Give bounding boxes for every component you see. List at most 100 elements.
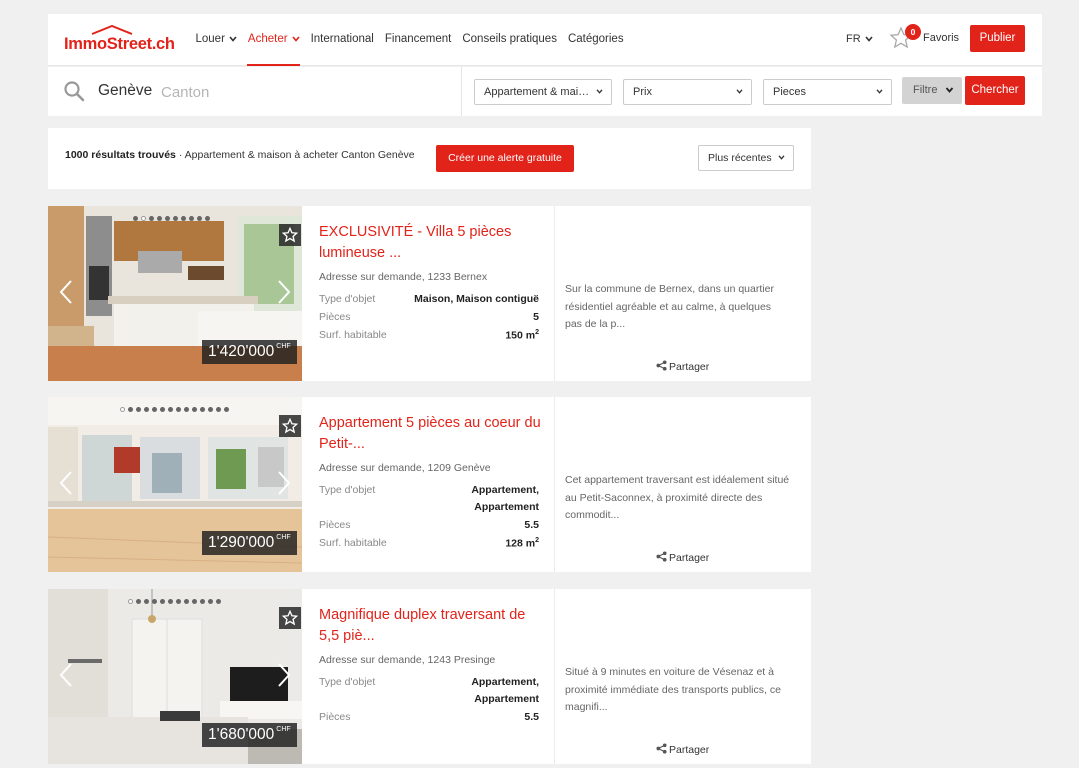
pagination-dot[interactable] (173, 216, 178, 221)
pagination-dot[interactable] (184, 407, 189, 412)
type-value-line2: Appartement (474, 501, 539, 513)
nav-conseils-label: Conseils pratiques (462, 33, 557, 45)
pagination-dot[interactable] (152, 407, 157, 412)
pagination-dot[interactable] (176, 599, 181, 604)
listing-photo[interactable]: 1'680'000 CHF (48, 589, 302, 764)
create-alert-button[interactable]: Créer une alerte gratuite (436, 145, 574, 172)
pagination-dot[interactable] (152, 599, 157, 604)
sort-select[interactable]: Plus récentes (698, 145, 794, 171)
pagination-dot[interactable] (192, 599, 197, 604)
pagination-dot[interactable] (165, 216, 170, 221)
arrow-left-icon[interactable] (56, 279, 76, 305)
pagination-dot[interactable] (176, 407, 181, 412)
search-city-tag[interactable]: Genève (98, 82, 152, 100)
property-type-value: Appartement & mai… (484, 86, 590, 98)
listing-title[interactable]: Appartement 5 pièces au coeur du Petit-.… (319, 413, 544, 455)
filter-button[interactable]: Filtre (902, 77, 962, 104)
property-type-select[interactable]: Appartement & mai… (474, 79, 612, 105)
favorite-toggle[interactable] (279, 224, 301, 246)
nav-international-label: International (310, 33, 374, 45)
favorite-toggle[interactable] (279, 415, 301, 437)
listing-card[interactable]: 1'290'000 CHF Appartement 5 pièces au coe… (48, 397, 811, 572)
nav-acheter[interactable]: Acheter (242, 14, 305, 66)
star-icon (282, 418, 298, 434)
share-button[interactable]: Partager (656, 551, 709, 564)
search-button[interactable]: Chercher (965, 76, 1025, 105)
surface-label: Surf. habitable (319, 537, 387, 549)
listing-card[interactable]: 1'420'000 CHF EXCLUSIVITÉ - Villa 5 pièce… (48, 206, 811, 381)
listing-title[interactable]: EXCLUSIVITÉ - Villa 5 pièces lumineuse .… (319, 222, 544, 264)
arrow-left-icon[interactable] (56, 470, 76, 496)
type-value: Maison, Maison contiguë (414, 293, 539, 305)
search-input[interactable] (161, 79, 441, 105)
surface-number: 128 m (505, 537, 536, 550)
pagination-dot[interactable] (136, 407, 141, 412)
listing-title[interactable]: Magnifique duplex traversant de 5,5 piè.… (319, 605, 544, 647)
rooms-value: 5.5 (524, 519, 539, 531)
pagination-dot[interactable] (181, 216, 186, 221)
pagination-dot[interactable] (200, 599, 205, 604)
nav-international[interactable]: International (305, 14, 379, 66)
chevron-down-icon (736, 89, 743, 94)
pagination-dot[interactable] (224, 407, 229, 412)
nav-louer[interactable]: Louer (190, 14, 242, 66)
results-count: 1000 résultats trouvés (65, 149, 176, 161)
share-button[interactable]: Partager (656, 360, 709, 373)
pagination-dot[interactable] (160, 407, 165, 412)
arrow-left-icon[interactable] (56, 662, 76, 688)
search-icon (64, 81, 85, 102)
listing-card[interactable]: 1'680'000 CHF Magnifique duplex traversan… (48, 589, 811, 764)
share-label: Partager (669, 552, 710, 564)
results-summary: 1000 résultats trouvés · Appartement & m… (65, 149, 415, 161)
share-button[interactable]: Partager (656, 743, 709, 756)
favorite-toggle[interactable] (279, 607, 301, 629)
price-value: 1'680'000 (208, 726, 275, 743)
main-nav: Louer Acheter International Financement … (190, 14, 629, 66)
type-label: Type d'objet (319, 484, 376, 496)
chevron-down-icon (865, 36, 873, 42)
pagination-dot[interactable] (128, 599, 133, 604)
pagination-dot[interactable] (168, 599, 173, 604)
language-selector[interactable]: FR (846, 14, 873, 64)
pagination-dot[interactable] (144, 407, 149, 412)
pagination-dot[interactable] (168, 407, 173, 412)
search-divider (461, 67, 462, 116)
arrow-right-icon[interactable] (274, 470, 294, 496)
favorites-link[interactable]: 0 Favoris (889, 23, 959, 55)
nav-financement[interactable]: Financement (379, 14, 456, 66)
surface-unit-sup: 2 (535, 537, 539, 544)
listing-photo[interactable]: 1'290'000 CHF (48, 397, 302, 572)
rooms-select-value: Pieces (773, 86, 807, 98)
language-label: FR (846, 33, 861, 45)
pagination-dot[interactable] (208, 407, 213, 412)
publish-button[interactable]: Publier (970, 25, 1025, 52)
pagination-dot[interactable] (141, 216, 146, 221)
pagination-dot[interactable] (157, 216, 162, 221)
pagination-dot[interactable] (200, 407, 205, 412)
pagination-dot[interactable] (216, 599, 221, 604)
price-select[interactable]: Prix (623, 79, 752, 105)
pagination-dot[interactable] (205, 216, 210, 221)
pagination-dot[interactable] (149, 216, 154, 221)
pagination-dot[interactable] (136, 599, 141, 604)
star-icon (282, 227, 298, 243)
pagination-dot[interactable] (208, 599, 213, 604)
pagination-dot[interactable] (144, 599, 149, 604)
pagination-dot[interactable] (189, 216, 194, 221)
pagination-dot[interactable] (128, 407, 133, 412)
pagination-dot[interactable] (120, 407, 125, 412)
listing-photo[interactable]: 1'420'000 CHF (48, 206, 302, 381)
pagination-dot[interactable] (184, 599, 189, 604)
nav-conseils[interactable]: Conseils pratiques (457, 14, 563, 66)
nav-categories[interactable]: Catégories (562, 14, 629, 66)
listing-info: Magnifique duplex traversant de 5,5 piè.… (302, 589, 554, 764)
rooms-select[interactable]: Pieces (763, 79, 892, 105)
pagination-dot[interactable] (133, 216, 138, 221)
pagination-dot[interactable] (216, 407, 221, 412)
pagination-dot[interactable] (160, 599, 165, 604)
arrow-right-icon[interactable] (274, 279, 294, 305)
sort-value: Plus récentes (708, 152, 772, 164)
arrow-right-icon[interactable] (274, 662, 294, 688)
pagination-dot[interactable] (197, 216, 202, 221)
pagination-dot[interactable] (192, 407, 197, 412)
